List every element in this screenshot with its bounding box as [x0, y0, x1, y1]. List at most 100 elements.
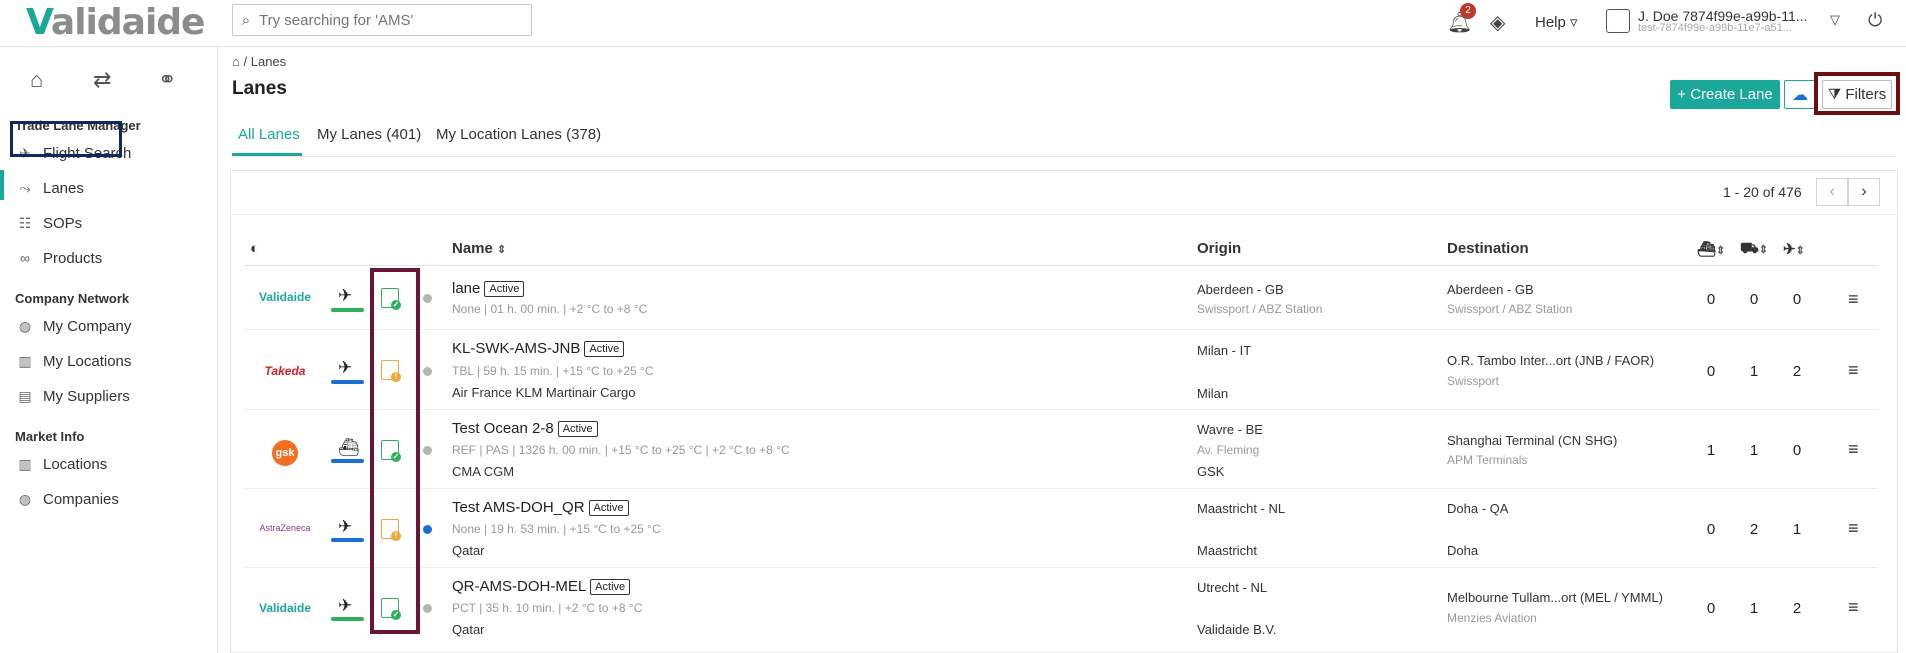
lane-name[interactable]: KL-SWK-AMS-JNB Active	[452, 340, 625, 357]
row-menu-icon[interactable]: ≡	[1848, 360, 1859, 381]
tab-my-lanes[interactable]: My Lanes (401)	[317, 126, 421, 143]
help-menu[interactable]: Help ▿	[1535, 13, 1578, 31]
page-title: Lanes	[232, 78, 287, 99]
row-divider	[244, 329, 1878, 330]
mode-bar	[331, 308, 364, 312]
destination-station: APM Terminals	[1447, 453, 1528, 467]
status-dot	[423, 294, 432, 303]
sort-icon: ⇕	[1758, 244, 1769, 256]
building-icon: ▥	[18, 352, 32, 369]
status-badge: Active	[590, 579, 631, 595]
power-icon[interactable]: ⏻	[1868, 10, 1882, 31]
lane-meta: REF | PAS | 1326 h. 00 min. | +15 °C to …	[452, 443, 790, 457]
truck-count: 1	[1749, 600, 1759, 617]
sidebar-item-lanes[interactable]: ⤳ Lanes	[15, 175, 83, 201]
row-menu-icon[interactable]: ≡	[1848, 439, 1859, 460]
origin: Wavre - BE	[1197, 422, 1263, 437]
origin: Utrecht - NL	[1197, 580, 1268, 595]
ocean-count: 0	[1706, 600, 1716, 617]
truck-count: 1	[1749, 363, 1759, 380]
plane-icon: ✈	[338, 358, 353, 377]
company-logo: gsk	[250, 440, 320, 466]
sidebar-item-products[interactable]: ∞ Products	[15, 245, 102, 271]
next-page-button[interactable]: ›	[1848, 178, 1880, 206]
search-icon: ⌕	[241, 11, 251, 29]
destination-station: Menzies Aviation	[1447, 611, 1537, 625]
create-lane-button[interactable]: + Create Lane	[1670, 80, 1780, 109]
truck-count: 1	[1749, 442, 1759, 459]
lane-name[interactable]: QR-AMS-DOH-MEL Active	[452, 578, 631, 595]
search-box[interactable]: ⌕	[232, 4, 532, 36]
column-header-name[interactable]: Name ⇕	[452, 240, 506, 257]
row-menu-icon[interactable]: ≡	[1848, 518, 1859, 539]
sidebar-item-my-locations[interactable]: ▥ My Locations	[15, 348, 131, 374]
highlight-lanes	[10, 121, 122, 157]
sort-icon: ⇕	[1795, 245, 1805, 257]
column-header-ocean[interactable]: ⛴⇕	[1697, 240, 1725, 258]
column-header-air[interactable]: ✈⇕	[1783, 240, 1805, 258]
air-count: 0	[1792, 442, 1802, 459]
layers-icon[interactable]: ◈	[1490, 10, 1505, 35]
mode-bar	[331, 538, 364, 542]
status-badge: Active	[484, 281, 525, 297]
trade-icon[interactable]: ⇄	[93, 67, 111, 93]
tab-my-location-lanes[interactable]: My Location Lanes (378)	[436, 126, 601, 143]
column-header-destination: Destination	[1447, 240, 1529, 257]
plane-icon: ✈	[338, 286, 353, 305]
air-count: 2	[1792, 600, 1802, 617]
carrier: Air France KLM Martinair Cargo	[452, 385, 636, 400]
prev-page-button[interactable]: ‹	[1816, 178, 1848, 206]
row-divider	[244, 488, 1878, 489]
column-header-truck[interactable]: ⛟⇕	[1740, 240, 1768, 259]
lane-name[interactable]: lane Active	[452, 280, 525, 297]
mode-bar	[331, 380, 364, 384]
lane-name[interactable]: Test AMS-DOH_QR Active	[452, 499, 629, 516]
sidebar-top-icons: ⌂ ⇄ ⚭	[0, 63, 218, 97]
home-icon[interactable]: ⌂	[232, 54, 240, 69]
mode-bar	[331, 459, 364, 463]
sort-icon: ⇕	[1716, 245, 1726, 257]
sidebar-item-my-suppliers[interactable]: ▤ My Suppliers	[15, 383, 129, 409]
destination: Melbourne Tullam...ort (MEL / YMML)	[1447, 590, 1664, 605]
lane-meta: None | 19 h. 53 min. | +15 °C to +25 °C	[452, 522, 661, 536]
header-divider	[244, 265, 1878, 266]
section-company-network: Company Network	[15, 291, 130, 306]
validaide-logo[interactable]: Validaide	[26, 2, 205, 43]
tab-all-lanes[interactable]: All Lanes	[238, 126, 300, 143]
truck-icon: ⛟	[1740, 240, 1759, 257]
sidebar-item-sops[interactable]: ☷ SOPs	[15, 210, 82, 236]
origin-company: Maastricht	[1197, 543, 1257, 558]
origin-company: Milan	[1197, 386, 1229, 401]
plus-icon: +	[1677, 86, 1687, 103]
globe-icon: ◍	[18, 490, 32, 507]
row-menu-icon[interactable]: ≡	[1848, 597, 1859, 618]
truck-count: 0	[1749, 291, 1759, 308]
handshake-icon[interactable]: ⚭	[158, 67, 176, 93]
row-menu-icon[interactable]: ≡	[1848, 289, 1859, 310]
sidebar-item-my-company[interactable]: ◍ My Company	[15, 313, 131, 339]
tabs-divider	[232, 156, 1896, 157]
avatar[interactable]	[1606, 9, 1630, 33]
sidebar-item-companies[interactable]: ◍ Companies	[15, 486, 119, 512]
lane-name[interactable]: Test Ocean 2-8 Active	[452, 420, 598, 437]
origin-station: Av. Fleming	[1197, 443, 1260, 457]
destination-company: Doha	[1447, 543, 1479, 558]
status-dot	[423, 367, 432, 376]
search-input[interactable]	[259, 11, 519, 29]
row-divider	[244, 567, 1878, 568]
carrier: Qatar	[452, 543, 485, 558]
home-icon[interactable]: ⌂	[30, 67, 43, 93]
building-icon: ▤	[18, 387, 32, 404]
mode-bar	[331, 617, 364, 621]
carrier: CMA CGM	[452, 464, 515, 479]
ship-icon: ⛴	[1697, 241, 1717, 258]
highlight-document-column	[370, 268, 420, 634]
lane-meta: None | 01 h. 00 min. | +2 °C to +8 °C	[452, 302, 648, 316]
chevron-down-icon[interactable]: ▽	[1830, 12, 1840, 28]
cloud-download-button[interactable]: ☁	[1784, 80, 1816, 109]
ocean-count: 0	[1706, 521, 1716, 538]
section-market-info: Market Info	[15, 429, 85, 444]
origin: Aberdeen - GB	[1197, 282, 1284, 297]
notification-badge: 2	[1460, 3, 1476, 19]
sidebar-item-locations[interactable]: ▥ Locations	[15, 451, 107, 477]
